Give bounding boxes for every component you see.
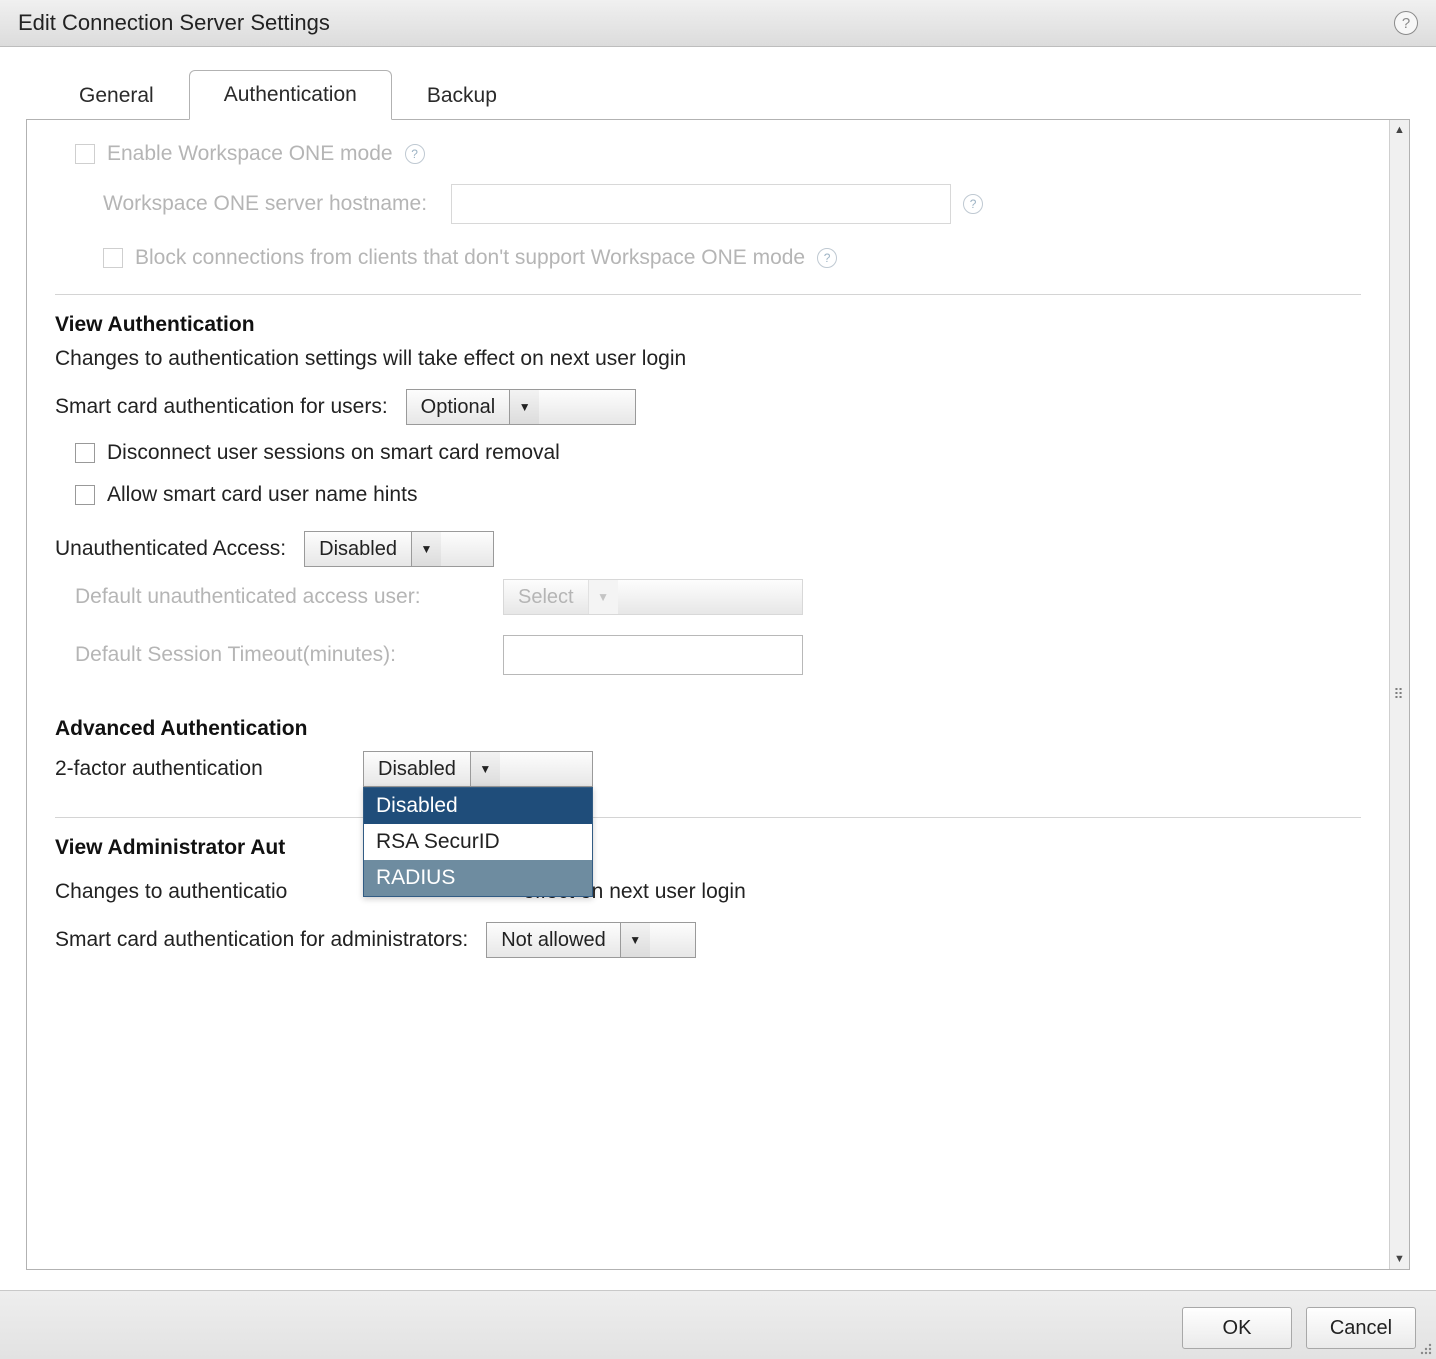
label-default-unauth-user: Default unauthenticated access user: bbox=[75, 583, 475, 611]
label-session-timeout: Default Session Timeout(minutes): bbox=[75, 641, 475, 669]
ok-button[interactable]: OK bbox=[1182, 1307, 1292, 1349]
dropdown-two-factor: Disabled RSA SecurID RADIUS bbox=[363, 787, 593, 897]
label-smartcard-users: Smart card authentication for users: bbox=[55, 395, 388, 419]
divider bbox=[55, 817, 1361, 818]
tab-backup[interactable]: Backup bbox=[392, 71, 532, 120]
dialog-footer: OK Cancel bbox=[0, 1290, 1436, 1359]
checkbox-enable-workspace-one[interactable] bbox=[75, 144, 95, 164]
select-value: Disabled bbox=[364, 752, 470, 786]
label-unauth-access: Unauthenticated Access: bbox=[55, 537, 286, 561]
chevron-down-icon: ▼ bbox=[588, 580, 618, 614]
heading-advanced-auth: Advanced Authentication bbox=[55, 717, 1361, 741]
heading-view-auth: View Authentication bbox=[55, 313, 1361, 337]
input-session-timeout[interactable] bbox=[503, 635, 803, 675]
select-unauth-access[interactable]: Disabled ▼ bbox=[304, 531, 494, 567]
checkbox-disconnect-smartcard[interactable] bbox=[75, 443, 95, 463]
select-smartcard-admins[interactable]: Not allowed ▼ bbox=[486, 922, 696, 958]
scroll-grip-icon[interactable]: ⠿ bbox=[1393, 686, 1405, 703]
tab-strip: General Authentication Backup bbox=[44, 69, 1410, 119]
label-two-factor: 2-factor authentication bbox=[55, 757, 345, 781]
tab-authentication[interactable]: Authentication bbox=[189, 70, 392, 120]
titlebar: Edit Connection Server Settings ? bbox=[0, 0, 1436, 47]
select-smartcard-users[interactable]: Optional ▼ bbox=[406, 389, 636, 425]
label-workspace-one-hostname: Workspace ONE server hostname: bbox=[103, 192, 427, 216]
chevron-down-icon: ▼ bbox=[470, 752, 500, 786]
vertical-scrollbar[interactable]: ▲ ⠿ ▼ bbox=[1389, 120, 1409, 1269]
select-value: Optional bbox=[407, 390, 510, 424]
option-rsa-securid[interactable]: RSA SecurID bbox=[364, 824, 592, 860]
scroll-up-icon[interactable]: ▲ bbox=[1394, 120, 1405, 140]
input-workspace-one-hostname[interactable] bbox=[451, 184, 951, 224]
select-default-unauth-user[interactable]: Select ▼ bbox=[503, 579, 803, 615]
help-icon[interactable]: ? bbox=[1394, 11, 1418, 35]
cancel-button[interactable]: Cancel bbox=[1306, 1307, 1416, 1349]
label-smartcard-hints: Allow smart card user name hints bbox=[107, 483, 417, 507]
help-icon[interactable]: ? bbox=[963, 194, 983, 214]
scroll-down-icon[interactable]: ▼ bbox=[1394, 1249, 1405, 1269]
select-value: Disabled bbox=[305, 532, 411, 566]
scroll-content: Enable Workspace ONE mode ? Workspace ON… bbox=[27, 120, 1389, 1269]
help-icon[interactable]: ? bbox=[817, 248, 837, 268]
label-disconnect-smartcard: Disconnect user sessions on smart card r… bbox=[107, 441, 560, 465]
help-icon[interactable]: ? bbox=[405, 144, 425, 164]
checkbox-block-clients[interactable] bbox=[103, 248, 123, 268]
label-enable-workspace-one: Enable Workspace ONE mode bbox=[107, 142, 393, 166]
divider bbox=[55, 294, 1361, 295]
dialog-title: Edit Connection Server Settings bbox=[18, 10, 330, 36]
option-disabled[interactable]: Disabled bbox=[364, 788, 592, 824]
desc-view-auth: Changes to authentication settings will … bbox=[55, 347, 1361, 371]
tab-pane: Enable Workspace ONE mode ? Workspace ON… bbox=[26, 119, 1410, 1270]
label-smartcard-admins: Smart card authentication for administra… bbox=[55, 928, 468, 952]
checkbox-smartcard-hints[interactable] bbox=[75, 485, 95, 505]
chevron-down-icon: ▼ bbox=[411, 532, 441, 566]
option-radius[interactable]: RADIUS bbox=[364, 860, 592, 896]
heading-admin-auth: View Administrator Aut bbox=[55, 836, 285, 860]
select-value: Select bbox=[504, 580, 588, 614]
label-block-clients: Block connections from clients that don'… bbox=[135, 246, 805, 270]
resize-handle-icon[interactable] bbox=[1417, 1340, 1433, 1356]
select-value: Not allowed bbox=[487, 923, 620, 957]
select-two-factor[interactable]: Disabled ▼ bbox=[363, 751, 593, 787]
chevron-down-icon: ▼ bbox=[620, 923, 650, 957]
tab-general[interactable]: General bbox=[44, 71, 189, 120]
desc-admin-auth-prefix: Changes to authenticatio bbox=[55, 880, 287, 903]
chevron-down-icon: ▼ bbox=[509, 390, 539, 424]
